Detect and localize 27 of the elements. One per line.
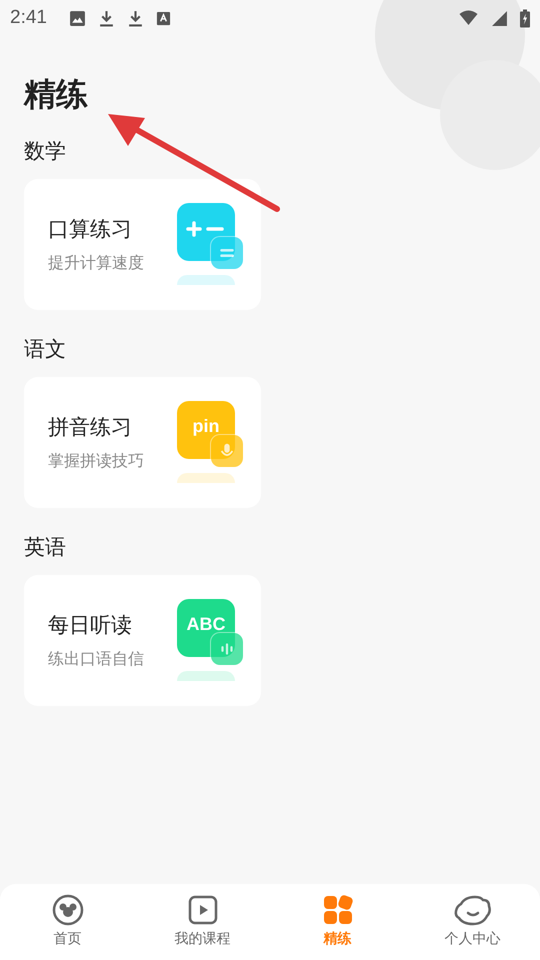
practice-card[interactable]: 每日听读 练出口语自信 ABC [24,575,261,706]
image-icon [68,10,86,26]
card-subtitle: 练出口语自信 [48,649,144,670]
page-title: 精练 [24,74,89,114]
download-icon [126,10,144,26]
practice-card[interactable]: 拼音练习 掌握拼读技巧 pin [24,377,261,508]
card-title: 拼音练习 [48,414,133,441]
download-icon [98,10,115,26]
practice-card[interactable]: 口算练习 提升计算速度 [24,179,261,310]
play-icon [186,894,218,926]
wifi-icon [458,10,479,26]
card-title: 每日听读 [48,612,133,639]
face-icon [452,894,492,926]
signal-icon [491,10,508,26]
card-subtitle: 提升计算速度 [48,253,144,274]
section-heading: 语文 [24,336,67,363]
section-heading: 数学 [24,138,67,165]
font-icon [156,10,171,26]
nav-tab[interactable]: 我的课程 [135,884,270,960]
battery-icon [520,8,530,28]
card-title: 口算练习 [48,216,133,243]
status-time: 2:41 [10,7,47,29]
card-subtitle: 掌握拼读技巧 [48,451,144,472]
nav-tab[interactable]: 首页 [0,884,135,960]
section-heading: 英语 [24,534,67,561]
grid-icon [322,894,354,926]
nav-tab[interactable]: 个人中心 [405,884,540,960]
